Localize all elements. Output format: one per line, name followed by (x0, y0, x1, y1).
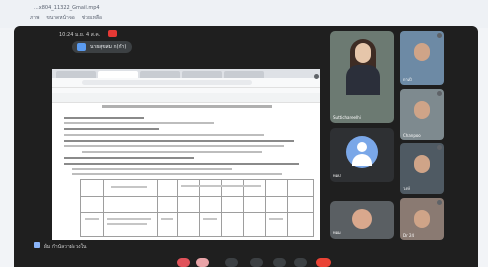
raise-hand-icon[interactable] (250, 258, 263, 267)
participant-video (414, 101, 430, 119)
participant-name: Chanpoo (403, 133, 421, 138)
doc-line (72, 168, 232, 170)
participant-name: ทอม (333, 230, 341, 235)
table-cell (203, 218, 217, 220)
more-options-icon[interactable] (314, 74, 319, 79)
document-toolbar (52, 93, 320, 103)
participant-video (346, 65, 380, 95)
mic-off-icon (437, 33, 442, 38)
meeting-window: 10:24 ม.ย. 4 ส.ค. นายสุขสม ก(กำ) Suttich… (14, 26, 478, 267)
browser-tab-active[interactable] (98, 71, 138, 78)
present-icon[interactable] (273, 258, 286, 267)
player-titlebar: ...x804_11322_Gmail.mp4 ภาพ ขนาดหน้าจอ ช… (0, 0, 488, 28)
participant-video (414, 210, 430, 228)
person-icon (357, 142, 367, 152)
doc-line (64, 163, 299, 165)
end-call-icon[interactable] (316, 258, 331, 267)
table-cell (181, 185, 261, 187)
menu-item-help[interactable]: ช่วยเหลือ (82, 14, 102, 22)
participant-name: Suttichareelhi (333, 115, 361, 120)
browser-tab[interactable] (140, 71, 180, 78)
avatar (346, 136, 378, 168)
doc-line (64, 145, 284, 147)
participant-video (355, 43, 371, 63)
participant-tile[interactable]: Dr 24 (400, 198, 444, 240)
mic-off-icon (437, 91, 442, 96)
menu-item-view[interactable]: ภาพ (30, 14, 39, 22)
caption-icon (34, 242, 40, 248)
doc-line (64, 134, 264, 136)
table-row-divider (81, 212, 313, 213)
table-cell (161, 218, 173, 220)
presenter-name: นายสุขสม ก(กำ) (90, 44, 127, 50)
doc-line (64, 117, 144, 119)
file-title: ...x804_11322_Gmail.mp4 (34, 5, 100, 11)
table-cell (107, 218, 151, 220)
doc-line (82, 151, 262, 153)
participant-name: Dr 24 (403, 233, 415, 238)
browser-tab[interactable] (224, 71, 264, 78)
participant-video (352, 209, 372, 229)
participant-video (414, 155, 430, 173)
table-cell (111, 186, 147, 188)
table-col-divider (103, 180, 104, 236)
url-field[interactable] (82, 80, 252, 85)
participant-name: วงษ์ (403, 186, 410, 191)
table-col-divider (243, 180, 244, 236)
table-col-divider (265, 180, 266, 236)
doc-line (64, 122, 214, 124)
table-row-divider (81, 196, 313, 197)
doc-line (64, 157, 194, 159)
participant-tile[interactable]: ทอม (330, 201, 394, 239)
menu-item-screen-size[interactable]: ขนาดหน้าจอ (46, 14, 74, 22)
table-col-divider (287, 180, 288, 236)
participant-name: ทอป (333, 173, 341, 178)
doc-line (64, 128, 159, 130)
document-table (80, 179, 314, 237)
table-col-divider (221, 180, 222, 236)
participant-tile[interactable]: Chanpoo (400, 89, 444, 140)
captions-icon[interactable] (225, 258, 238, 267)
mic-off-icon (437, 145, 442, 150)
address-bar (52, 78, 320, 88)
document-heading (102, 105, 272, 108)
presenter-chip[interactable]: นายสุขสม ก(กำ) (72, 41, 133, 53)
mic-off-icon (437, 200, 442, 205)
participant-tile[interactable]: Suttichareelhi (330, 31, 394, 123)
participant-name: กาเป้ (403, 77, 412, 82)
table-col-divider (177, 180, 178, 236)
meeting-caption: ผ้ม กำนัลวาฝะวงใน (44, 244, 87, 250)
table-cell (85, 218, 99, 220)
table-col-divider (199, 180, 200, 236)
table-cell (269, 218, 283, 220)
present-screen-icon (77, 43, 86, 51)
participant-tile[interactable]: ทอป (330, 128, 394, 182)
table-cell (107, 223, 147, 225)
browser-tab-strip (52, 69, 320, 78)
browser-tab[interactable] (56, 71, 96, 78)
mic-icon[interactable] (177, 258, 190, 267)
doc-line (72, 173, 282, 175)
recording-icon (108, 30, 117, 37)
status-time: 10:24 ม.ย. 4 ส.ค. (59, 32, 101, 38)
browser-tab[interactable] (182, 71, 222, 78)
person-icon (352, 154, 372, 166)
table-col-divider (157, 180, 158, 236)
participant-video (414, 43, 430, 61)
participant-tile[interactable]: วงษ์ (400, 143, 444, 194)
camera-icon[interactable] (196, 258, 209, 267)
participant-tile[interactable]: กาเป้ (400, 31, 444, 85)
more-icon[interactable] (294, 258, 307, 267)
shared-screen (52, 69, 320, 240)
doc-line (64, 140, 294, 142)
menu-bar: ภาพ ขนาดหน้าจอ ช่วยเหลือ (30, 14, 102, 22)
